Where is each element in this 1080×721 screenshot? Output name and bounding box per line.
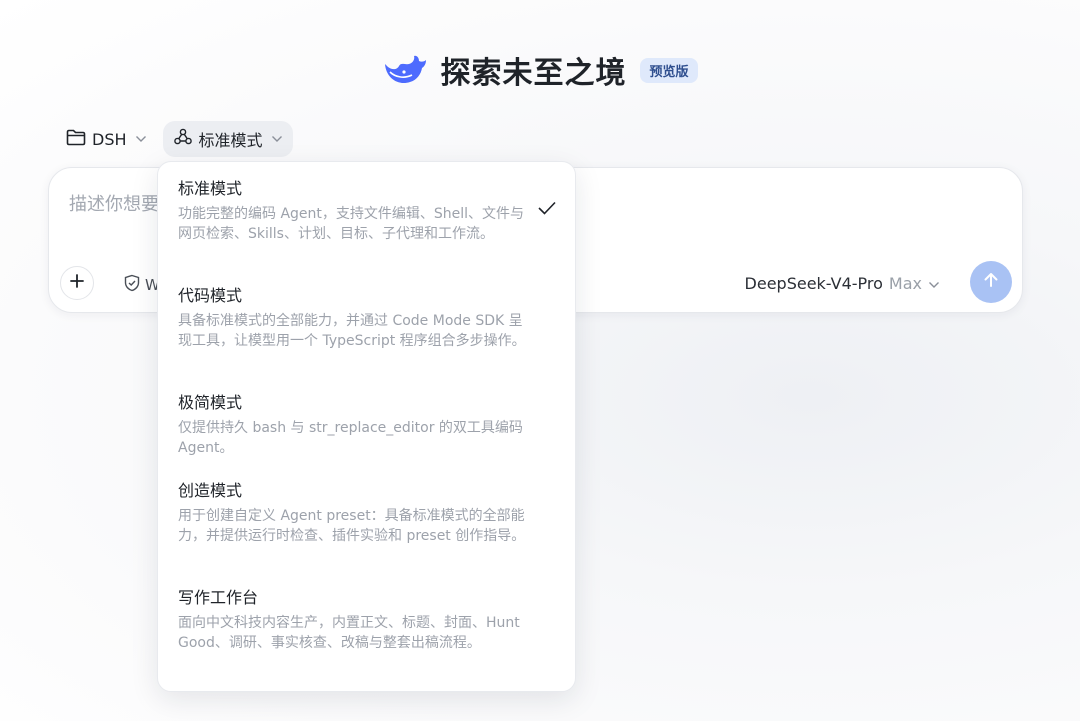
mode-option-desc: 具备标准模式的全部能力，并通过 Code Mode SDK 呈现工具，让模型用一… xyxy=(178,313,526,349)
send-button[interactable] xyxy=(970,261,1012,303)
model-tier: Max xyxy=(888,274,922,293)
mode-dropdown: 标准模式 功能完整的编码 Agent，支持文件编辑、Shell、文件与网页检索、… xyxy=(157,161,576,692)
arrow-up-icon xyxy=(981,270,1001,294)
preview-badge: 预览版 xyxy=(640,57,698,83)
mode-option-desc: 功能完整的编码 Agent，支持文件编辑、Shell、文件与网页检索、Skill… xyxy=(178,206,525,242)
mode-option[interactable]: 创造模式 用于创建自定义 Agent preset：具备标准模式的全部能力，并提… xyxy=(158,480,575,587)
mode-selector[interactable]: 标准模式 xyxy=(162,121,293,157)
web-search-icon xyxy=(123,274,141,296)
mode-option-name: 写作工作台 xyxy=(178,588,259,607)
chevron-down-icon xyxy=(928,274,940,293)
model-name: DeepSeek-V4-Pro xyxy=(744,274,883,293)
header: 探索未至之境 预览版 xyxy=(0,48,1080,92)
whale-logo-icon xyxy=(382,50,428,90)
chevron-down-icon xyxy=(135,132,147,146)
mode-option-name: 极简模式 xyxy=(178,393,243,412)
mode-option-desc: 面向中文科技内容生产，内置正文、标题、封面、Hunt Good、调研、事实核查、… xyxy=(178,615,520,651)
add-button[interactable] xyxy=(60,266,94,300)
folder-icon xyxy=(66,129,86,150)
mode-option-desc: 用于创建自定义 Agent preset：具备标准模式的全部能力，并提供运行时检… xyxy=(178,508,526,544)
checkmark-icon xyxy=(537,200,557,220)
mode-option-name: 标准模式 xyxy=(178,179,243,198)
chevron-down-icon xyxy=(271,132,283,146)
mode-option[interactable]: 写作工作台 面向中文科技内容生产，内置正文、标题、封面、Hunt Good、调研… xyxy=(158,587,575,694)
plus-icon xyxy=(69,273,85,293)
mode-option-name: 代码模式 xyxy=(178,286,243,305)
toolbar: DSH 标准模式 xyxy=(56,121,293,157)
project-selector[interactable]: DSH xyxy=(56,121,157,157)
web-search-button[interactable]: W xyxy=(123,274,160,296)
mode-option[interactable]: 标准模式 功能完整的编码 Agent，支持文件编辑、Shell、文件与网页检索、… xyxy=(158,178,575,285)
project-label: DSH xyxy=(92,129,127,149)
mode-option[interactable]: 代码模式 具备标准模式的全部能力，并通过 Code Mode SDK 呈现工具，… xyxy=(158,285,575,392)
mode-option[interactable]: 极简模式 仅提供持久 bash 与 str_replace_editor 的双工… xyxy=(158,392,575,480)
model-selector[interactable]: DeepSeek-V4-Pro Max xyxy=(745,274,940,293)
mode-option-desc: 仅提供持久 bash 与 str_replace_editor 的双工具编码 A… xyxy=(178,420,523,456)
mode-label: 标准模式 xyxy=(198,131,263,150)
page-title: 探索未至之境 xyxy=(440,56,627,91)
mode-option-name: 创造模式 xyxy=(178,481,243,500)
mode-icon xyxy=(173,127,193,151)
